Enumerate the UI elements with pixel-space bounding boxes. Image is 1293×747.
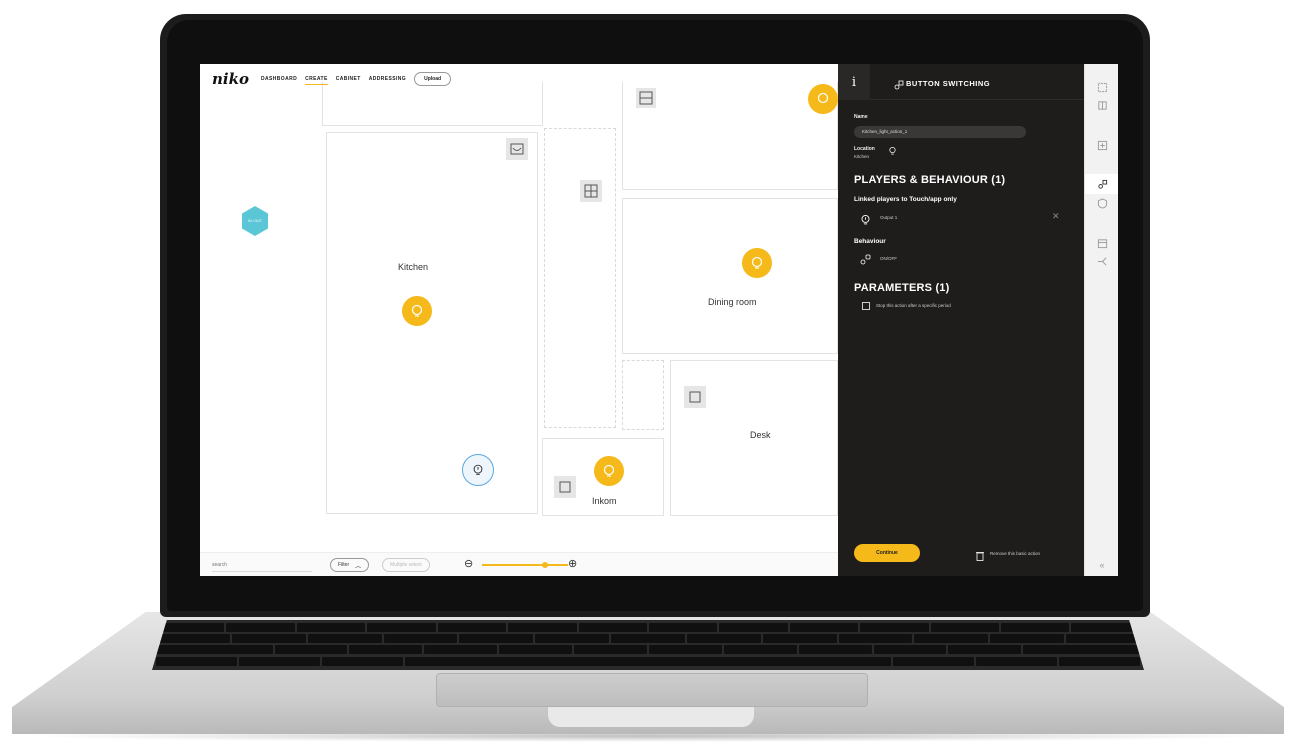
selected-button-icon[interactable] [462, 454, 494, 486]
parameters-heading: PARAMETERS (1) [854, 282, 950, 294]
expand-icon[interactable] [1095, 80, 1109, 94]
zoom-slider[interactable] [482, 562, 568, 568]
bottom-toolbar: Filter ︿ Multiple select ⊖ ⊕ [200, 552, 838, 576]
actions-icon[interactable] [1085, 174, 1118, 194]
corridor-wall [544, 128, 616, 428]
room-kitchen[interactable] [326, 132, 538, 514]
players-heading: PLAYERS & BEHAVIOUR (1) [854, 174, 1006, 186]
room-label-kitchen: Kitchen [398, 262, 429, 272]
room-label-inkom: Inkom [592, 496, 617, 506]
branch-icon[interactable] [1095, 254, 1109, 268]
room-label-dining: Dining room [708, 297, 757, 307]
hexagon-module-icon[interactable]: IN / OUT [242, 206, 268, 236]
stop-period-label: Stop this action after a specific period [876, 303, 951, 308]
nav-dashboard[interactable]: DASHBOARD [261, 74, 297, 84]
room-dining[interactable] [622, 198, 838, 354]
bulb-icon[interactable] [594, 456, 624, 486]
behaviour-switch-icon [860, 252, 872, 270]
zoom-out-icon[interactable]: ⊖ [464, 557, 473, 570]
nav-addressing[interactable]: ADDRESSING [369, 74, 406, 84]
nav-create[interactable]: CREATE [305, 74, 328, 85]
remove-action-link[interactable]: Remove this basic action [990, 551, 1040, 556]
switch-square-icon[interactable] [684, 386, 706, 408]
upload-button[interactable]: Upload [414, 72, 452, 86]
calendar-icon[interactable] [1095, 236, 1109, 250]
panel-title: BUTTON SWITCHING [906, 79, 991, 88]
output-label: Output 1 [880, 215, 898, 220]
room-label-desk: Desk [750, 430, 771, 440]
zoom-in-icon[interactable]: ⊕ [568, 557, 577, 570]
location-value: Kitchen [854, 154, 870, 159]
floorplan: Kitchen Dining room Desk Inkom IN / OUT [200, 64, 838, 552]
filter-button[interactable]: Filter ︿ [330, 558, 370, 572]
multiple-select-label: Multiple select [390, 562, 422, 568]
name-field[interactable]: Kitchen_light_action_1 [854, 126, 1026, 138]
right-tool-strip: « [1084, 64, 1118, 576]
shield-icon[interactable] [1095, 196, 1109, 210]
laptop-lip [548, 707, 754, 727]
window-grid-icon[interactable] [580, 180, 602, 202]
nav-cabinet[interactable]: CABINET [336, 74, 361, 84]
top-nav: niko DASHBOARD CREATE CABINET ADDRESSING… [200, 64, 838, 94]
switch-square-icon[interactable] [554, 476, 576, 498]
bulb-icon[interactable] [402, 296, 432, 326]
keyboard [152, 620, 1144, 670]
behaviour-value: ON/OFF [880, 256, 897, 261]
linked-players-label: Linked players to Touch/app only [854, 196, 957, 203]
trackpad [436, 673, 868, 707]
action-panel: i BUTTON SWITCHING Name Kitchen_light_ac… [838, 64, 1084, 576]
add-icon[interactable] [1095, 138, 1109, 152]
bulb-icon[interactable] [742, 248, 772, 278]
behaviour-label: Behaviour [854, 238, 886, 245]
search-input[interactable] [212, 558, 312, 572]
trash-icon[interactable] [976, 548, 984, 566]
button-switching-icon [894, 77, 904, 95]
zoom-slider-handle[interactable] [542, 562, 548, 568]
info-icon[interactable]: i [838, 64, 870, 100]
niko-logo: niko [212, 70, 250, 88]
output-bulb-icon [860, 212, 871, 230]
multiple-select-button[interactable]: Multiple select [382, 558, 430, 572]
remove-output-icon[interactable]: ✕ [1052, 211, 1060, 222]
small-wall [622, 360, 664, 430]
location-bulb-icon [888, 142, 897, 160]
name-label: Name [854, 114, 868, 120]
location-label: Location [854, 146, 875, 152]
hex-label: IN / OUT [248, 219, 262, 223]
panel-header: i BUTTON SWITCHING [838, 64, 1084, 100]
continue-button[interactable]: Continue [854, 544, 920, 562]
ceiling-sensor-icon[interactable] [506, 138, 528, 160]
app-screen: Kitchen Dining room Desk Inkom IN / OUT [200, 64, 1118, 576]
collapse-icon[interactable]: « [1095, 558, 1109, 572]
chevron-up-icon: ︿ [355, 563, 362, 570]
book-icon[interactable] [1095, 98, 1109, 112]
filter-label: Filter [338, 562, 350, 568]
stop-period-checkbox[interactable] [862, 302, 870, 310]
